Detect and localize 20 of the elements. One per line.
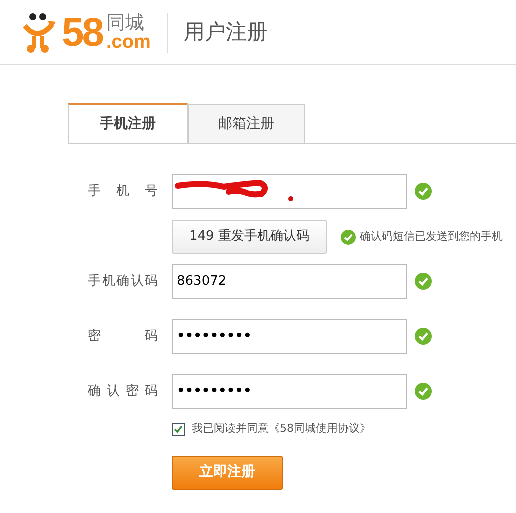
- logo-name: 同城: [106, 14, 146, 33]
- tab[interactable]: 手机注册: [68, 103, 188, 143]
- field-label: 确认密码: [88, 382, 158, 401]
- logo-icon: [22, 12, 58, 54]
- page-title: 用户注册: [184, 19, 268, 46]
- input-field[interactable]: [172, 174, 407, 209]
- sent-message: 确认码短信已发送到您的手机: [360, 228, 503, 245]
- field-label: 手机确认码: [88, 272, 158, 291]
- logo-domain: .com: [106, 33, 151, 52]
- input-field[interactable]: •••••••••: [172, 319, 407, 354]
- input-field[interactable]: 863072: [172, 264, 407, 299]
- logo-number: 58: [62, 13, 102, 53]
- field-label: 密码: [88, 328, 158, 346]
- field-label: 手机号: [88, 182, 158, 201]
- resend-code-button[interactable]: 149 重发手机确认码: [172, 220, 327, 254]
- agreement-checkbox[interactable]: [172, 422, 185, 436]
- tab[interactable]: 邮箱注册: [188, 104, 305, 143]
- agreement-text: 我已阅读并同意《58同城使用协议》: [192, 421, 371, 437]
- success-check-icon: [341, 230, 356, 244]
- input-field[interactable]: •••••••••: [172, 374, 407, 409]
